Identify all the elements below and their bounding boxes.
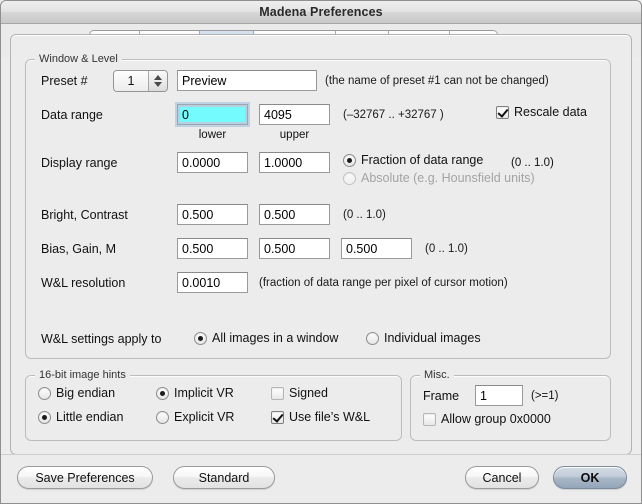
radio-icon (38, 411, 51, 424)
radio-icon (343, 172, 356, 185)
signed-checkbox[interactable]: Signed (271, 386, 328, 400)
apply-all-images-label: All images in a window (212, 331, 338, 345)
apply-individual-images-radio[interactable]: Individual images (366, 331, 481, 345)
apply-all-images-radio[interactable]: All images in a window (194, 331, 338, 345)
gain-input[interactable]: 0.500 (259, 238, 330, 259)
data-range-label: Data range (41, 108, 103, 122)
checkbox-icon (271, 411, 284, 424)
dialog-footer: Save Preferences Standard Cancel OK (1, 454, 641, 503)
little-endian-radio[interactable]: Little endian (38, 410, 123, 424)
data-range-lower-input[interactable]: 0 (177, 104, 248, 125)
radio-icon (38, 387, 51, 400)
allow-group-label: Allow group 0x0000 (441, 412, 551, 426)
big-endian-radio[interactable]: Big endian (38, 386, 115, 400)
rescale-data-label: Rescale data (514, 105, 587, 119)
bright-input[interactable]: 0.500 (177, 204, 248, 225)
radio-icon (156, 411, 169, 424)
ok-button[interactable]: OK (553, 466, 627, 489)
use-file-wl-checkbox[interactable]: Use file’s W&L (271, 410, 370, 424)
signed-label: Signed (289, 386, 328, 400)
preferences-window: Madena Preferences BasicImagesW & LDocum… (0, 0, 642, 504)
misc-group: Misc. Frame 1 (>=1) Allow group 0x0000 (410, 375, 611, 441)
display-range-lower-input[interactable]: 0.0000 (177, 152, 248, 173)
image-hints-group-title: 16-bit image hints (35, 369, 130, 381)
checkbox-icon (496, 106, 509, 119)
bright-contrast-label: Bright, Contrast (41, 208, 128, 222)
radio-icon (156, 387, 169, 400)
absolute-hounsfield-label: Absolute (e.g. Hounsfield units) (361, 171, 535, 185)
data-range-note: (–32767 .. +32767 ) (343, 109, 444, 121)
explicit-vr-label: Explicit VR (174, 410, 234, 424)
misc-group-title: Misc. (420, 369, 454, 381)
bias-gain-m-label: Bias, Gain, M (41, 242, 116, 256)
big-endian-label: Big endian (56, 386, 115, 400)
image-hints-group: 16-bit image hints Big endian Little end… (25, 375, 402, 441)
stepper-arrows-icon[interactable] (149, 71, 167, 91)
use-file-wl-label: Use file’s W&L (289, 410, 370, 424)
frame-note: (>=1) (531, 390, 559, 402)
explicit-vr-radio[interactable]: Explicit VR (156, 410, 234, 424)
implicit-vr-radio[interactable]: Implicit VR (156, 386, 234, 400)
window-title: Madena Preferences (259, 5, 382, 19)
display-range-upper-input[interactable]: 1.0000 (259, 152, 330, 173)
data-range-upper-input[interactable]: 4095 (259, 104, 330, 125)
preset-name-note: (the name of preset #1 can not be change… (325, 75, 549, 87)
little-endian-label: Little endian (56, 410, 123, 424)
bright-contrast-note: (0 .. 1.0) (343, 209, 386, 221)
preset-number-value: 1 (114, 71, 149, 91)
preset-label: Preset # (41, 74, 88, 88)
tab-content-panel: Window & Level Preset # 1 Preview (the n… (10, 34, 632, 455)
wl-resolution-input[interactable]: 0.0010 (177, 272, 248, 293)
checkbox-icon (271, 387, 284, 400)
apply-to-label: W&L settings apply to (41, 332, 161, 346)
preset-number-stepper[interactable]: 1 (113, 70, 168, 92)
wl-resolution-note: (fraction of data range per pixel of cur… (259, 277, 508, 289)
preset-name-input[interactable]: Preview (177, 70, 317, 91)
radio-icon (194, 332, 207, 345)
window-level-group: Window & Level Preset # 1 Preview (the n… (25, 59, 611, 359)
radio-icon (343, 154, 356, 167)
frame-label: Frame (423, 389, 459, 403)
wl-resolution-label: W&L resolution (41, 276, 125, 290)
title-bar: Madena Preferences (1, 1, 641, 24)
m-input[interactable]: 0.500 (341, 238, 412, 259)
frame-input[interactable]: 1 (475, 385, 523, 406)
window-level-group-title: Window & Level (35, 53, 122, 65)
rescale-data-checkbox[interactable]: Rescale data (496, 105, 587, 119)
bias-input[interactable]: 0.500 (177, 238, 248, 259)
lower-caption: lower (177, 129, 248, 141)
bias-gain-m-note: (0 .. 1.0) (425, 243, 468, 255)
implicit-vr-label: Implicit VR (174, 386, 234, 400)
save-preferences-button[interactable]: Save Preferences (17, 466, 153, 489)
contrast-input[interactable]: 0.500 (259, 204, 330, 225)
radio-icon (366, 332, 379, 345)
apply-individual-images-label: Individual images (384, 331, 481, 345)
standard-button[interactable]: Standard (173, 466, 275, 489)
fraction-range-note: (0 .. 1.0) (511, 157, 554, 169)
upper-caption: upper (259, 129, 330, 141)
fraction-of-data-range-label: Fraction of data range (361, 153, 483, 167)
cancel-button[interactable]: Cancel (465, 466, 539, 489)
allow-group-checkbox[interactable]: Allow group 0x0000 (423, 412, 551, 426)
checkbox-icon (423, 413, 436, 426)
fraction-of-data-range-radio[interactable]: Fraction of data range (343, 153, 483, 167)
absolute-hounsfield-radio[interactable]: Absolute (e.g. Hounsfield units) (343, 171, 535, 185)
display-range-label: Display range (41, 156, 117, 170)
